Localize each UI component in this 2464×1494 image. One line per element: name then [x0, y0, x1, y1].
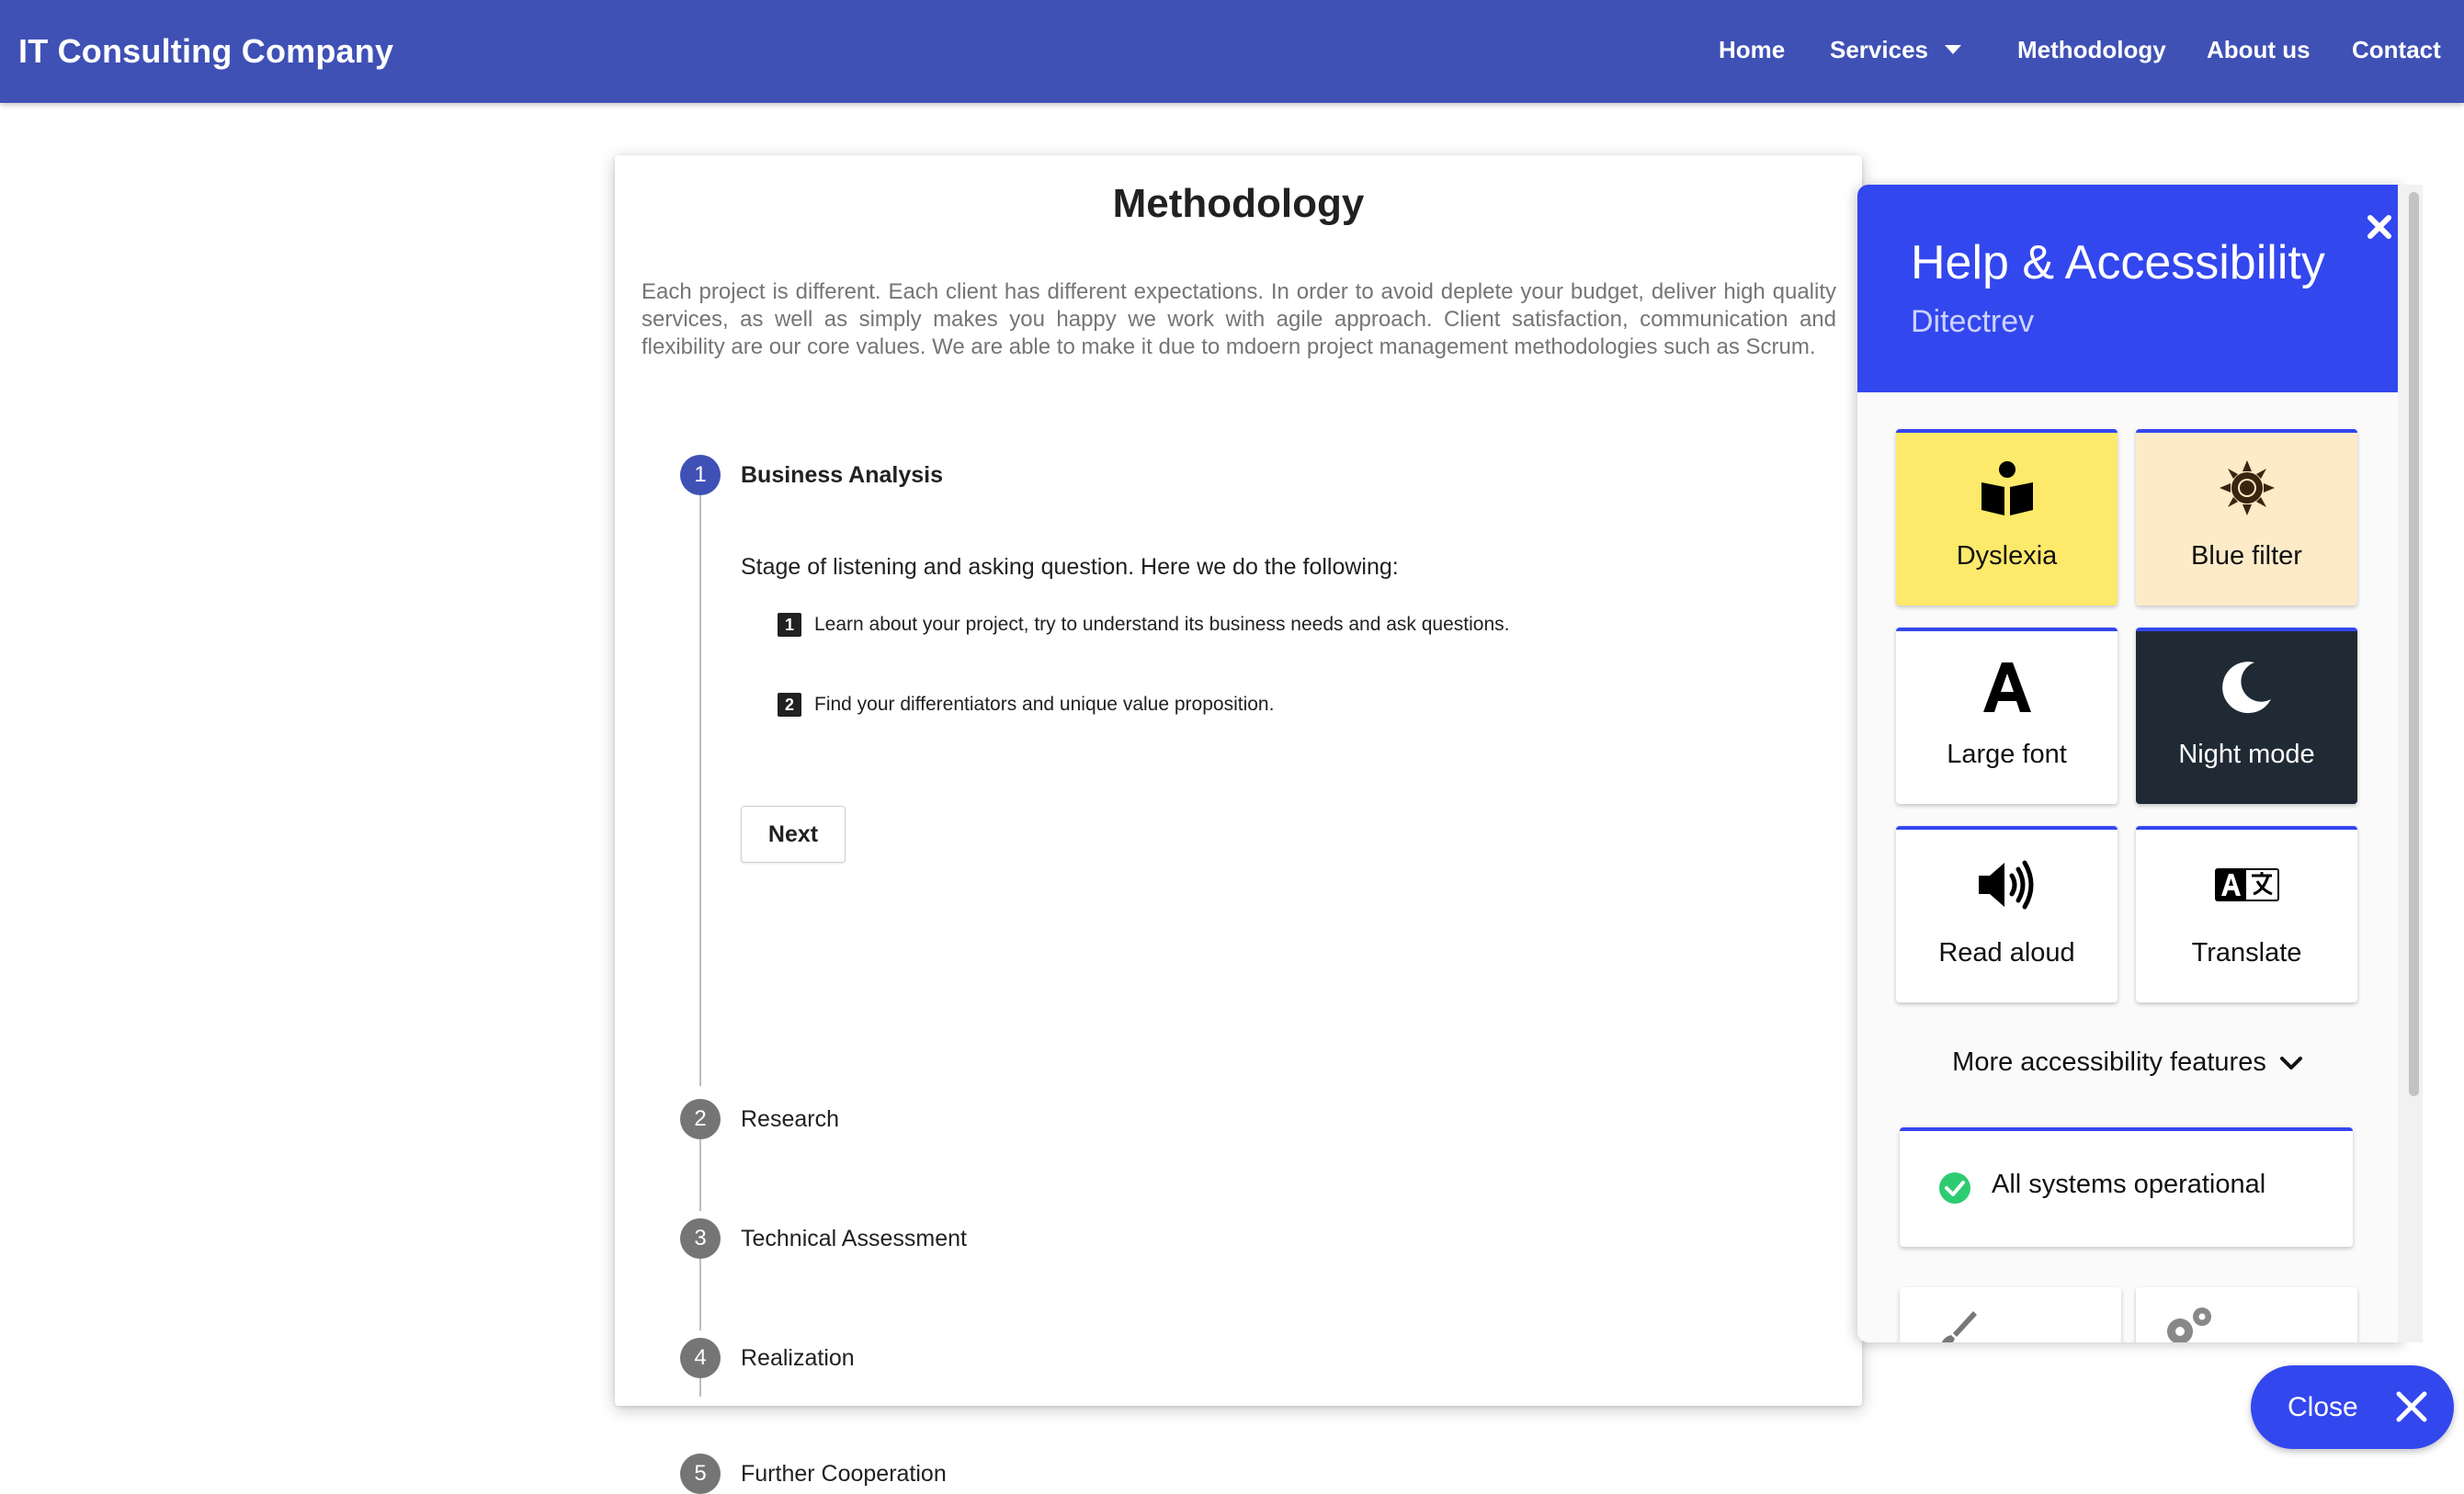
step-connector: [699, 495, 701, 1086]
nav-link-methodology[interactable]: Methodology: [2017, 0, 2166, 103]
nav-link-services[interactable]: Services: [1830, 0, 1961, 103]
tile-label: Blue filter: [2191, 541, 2302, 571]
gears-icon: [2162, 1304, 2215, 1342]
more-accessibility-features[interactable]: More accessibility features: [1857, 1039, 2398, 1085]
reading-person-icon: [1896, 458, 2118, 523]
step-description: Stage of listening and asking question. …: [741, 554, 1399, 580]
accessibility-panel: Help & Accessibility Ditectrev Dyslexia: [1857, 185, 2404, 1342]
panel-header: Help & Accessibility Ditectrev: [1857, 185, 2398, 392]
tile-partial-gears[interactable]: [2136, 1287, 2357, 1342]
number-badge: 2: [778, 693, 801, 717]
step-number-3[interactable]: 3: [680, 1218, 721, 1259]
page-title: Methodology: [1112, 181, 1365, 226]
step-number-4[interactable]: 4: [680, 1338, 721, 1378]
caret-down-icon: [1944, 45, 1961, 55]
step-label-research[interactable]: Research: [741, 1099, 839, 1139]
letter-a-icon: [1896, 657, 2118, 721]
nav-link-contact[interactable]: Contact: [2352, 0, 2441, 103]
panel-title: Help & Accessibility: [1911, 236, 2325, 289]
tile-dyslexia[interactable]: Dyslexia: [1896, 429, 2118, 606]
close-icon: [2394, 1389, 2429, 1424]
next-button[interactable]: Next: [741, 806, 846, 863]
system-status-card: All systems operational: [1900, 1127, 2353, 1247]
status-text: All systems operational: [1992, 1170, 2266, 1199]
tile-label: Translate: [2191, 938, 2302, 968]
number-badge: 1: [778, 613, 801, 637]
tile-read-aloud[interactable]: Read aloud: [1896, 826, 2118, 1002]
step-connector: [699, 1139, 701, 1211]
step-number-2[interactable]: 2: [680, 1099, 721, 1139]
close-button-label: Close: [2288, 1392, 2358, 1422]
scrollbar-thumb[interactable]: [2409, 192, 2419, 1096]
tile-translate[interactable]: Translate: [2136, 826, 2357, 1002]
speaker-icon: [1896, 855, 2118, 920]
step-number-1[interactable]: 1: [680, 455, 721, 495]
panel-scrollbar[interactable]: [2404, 185, 2423, 1342]
translate-icon: [2136, 855, 2357, 920]
step-label-business-analysis[interactable]: Business Analysis: [741, 455, 943, 495]
nav-link-about[interactable]: About us: [2207, 0, 2311, 103]
step-label-technical-assessment[interactable]: Technical Assessment: [741, 1218, 967, 1259]
brand-title[interactable]: IT Consulting Company: [18, 0, 393, 103]
top-navbar: IT Consulting Company Services Home Method…: [0, 0, 2464, 103]
more-features-label: More accessibility features: [1952, 1047, 2266, 1077]
tile-blue-filter[interactable]: Blue filter: [2136, 429, 2357, 606]
list-item-text: Learn about your project, try to underst…: [814, 614, 1510, 635]
list-item-text: Find your differentiators and unique val…: [814, 694, 1275, 715]
close-button[interactable]: Close: [2251, 1365, 2454, 1449]
panel-scrollbar-track: [2398, 185, 2404, 1342]
step-number-5[interactable]: 5: [680, 1454, 721, 1494]
tile-label: Large font: [1947, 740, 2067, 769]
tile-label: Night mode: [2178, 740, 2315, 769]
tile-label: Dyslexia: [1956, 541, 2058, 571]
chevron-down-icon: [2279, 1057, 2302, 1070]
close-icon[interactable]: [2361, 209, 2398, 245]
step-connector: [699, 1259, 701, 1330]
intro-paragraph: Each project is different. Each client h…: [642, 279, 1836, 359]
check-circle-icon: [1938, 1171, 1971, 1205]
moon-icon: [2136, 657, 2357, 721]
sun-icon: [2136, 458, 2357, 523]
panel-subtitle: Ditectrev: [1911, 304, 2035, 339]
nav-link-services-label: Services: [1830, 36, 1928, 63]
brush-icon: [1936, 1307, 1979, 1342]
nav-link-home[interactable]: Home: [1719, 0, 1785, 103]
tile-night-mode[interactable]: Night mode: [2136, 628, 2357, 804]
tile-large-font[interactable]: Large font: [1896, 628, 2118, 804]
tile-partial-brush[interactable]: [1900, 1287, 2121, 1342]
methodology-card: Methodology Each project is different. E…: [615, 155, 1862, 1494]
step-label-realization[interactable]: Realization: [741, 1338, 855, 1378]
step-label-further-cooperation[interactable]: Further Cooperation: [741, 1454, 947, 1494]
step-connector: [699, 1378, 701, 1397]
tile-label: Read aloud: [1938, 938, 2075, 968]
